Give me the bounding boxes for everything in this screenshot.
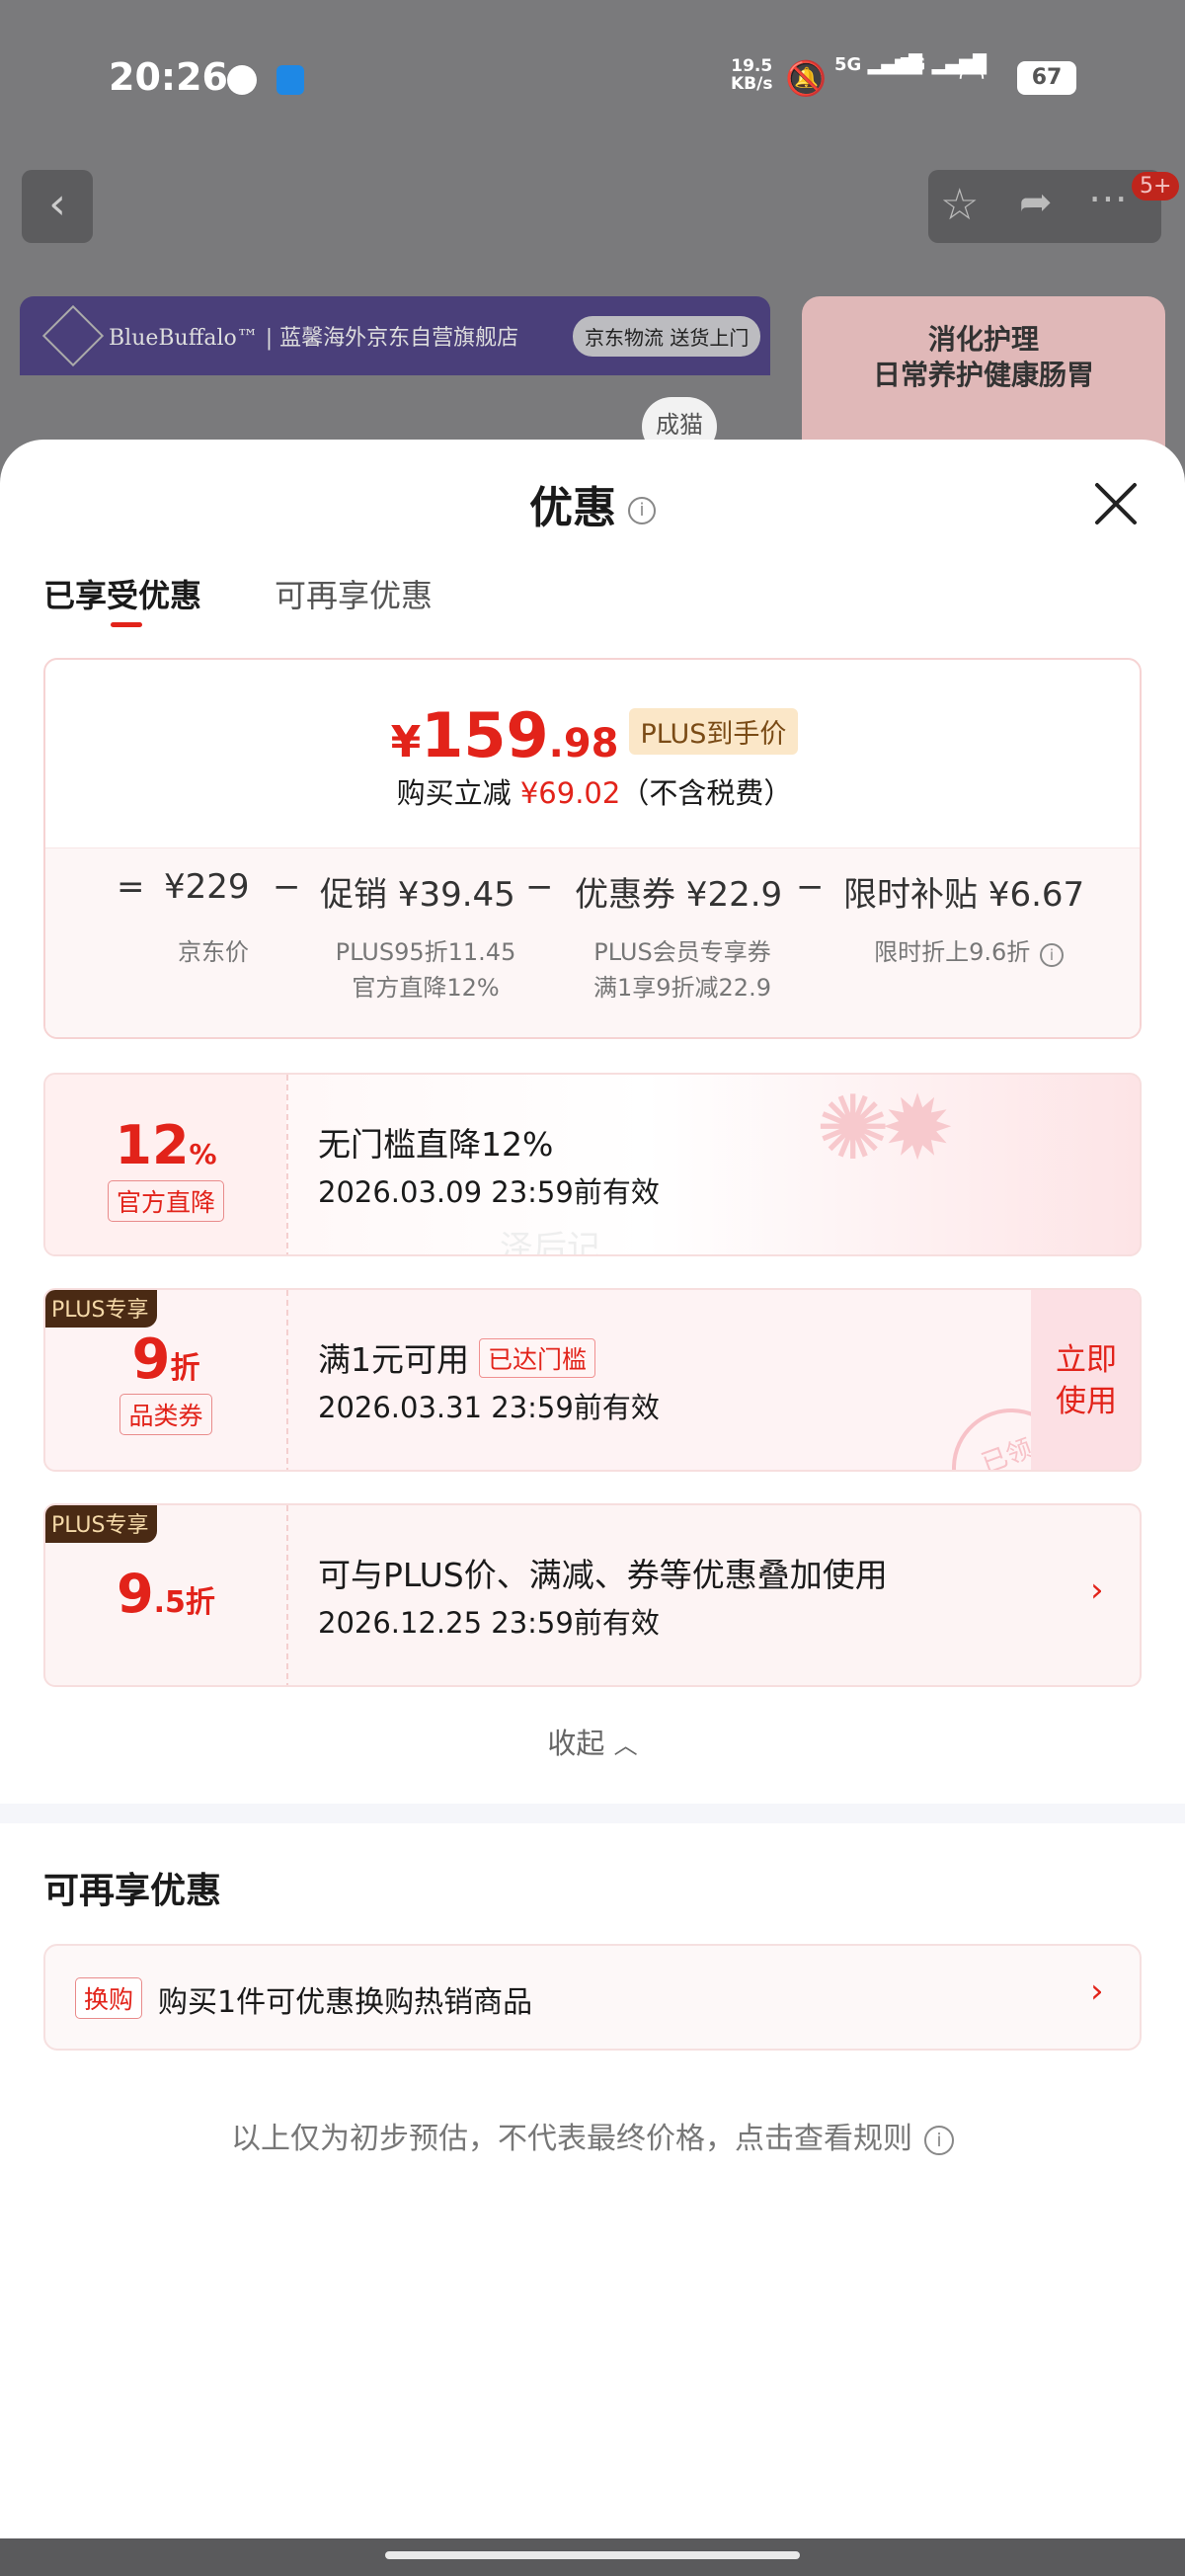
coupon-divider — [286, 1290, 288, 1470]
coupon-plus-discount[interactable]: 9.5折 PLUS专享 可与PLUS价、满减、券等优惠叠加使用 2026.12.… — [43, 1503, 1142, 1687]
coupon-title: 可与PLUS价、满减、券等优惠叠加使用 — [318, 1556, 888, 1594]
close-button[interactable] — [1091, 479, 1141, 528]
back-button[interactable]: ‹ — [22, 170, 93, 243]
coupon-tag: 官方直降 — [107, 1180, 224, 1222]
close-icon — [1095, 483, 1137, 524]
home-indicator[interactable] — [385, 2551, 800, 2559]
use-now-button[interactable]: 立即使用 — [1031, 1290, 1140, 1470]
formula-coupon-note-1: PLUS会员专享券 — [593, 938, 771, 966]
formula-op-minus-3: − — [796, 867, 825, 907]
store-logo-icon — [41, 304, 105, 367]
coupon-value: 12% 官方直降 — [45, 1075, 286, 1254]
swap-offer-row[interactable]: 换购 购买1件可优惠换购热销商品 › — [43, 1944, 1142, 2051]
formula-subsidy-note: 限时折上9.6折 i — [835, 932, 1102, 967]
swap-tag: 换购 — [75, 1977, 143, 2019]
store-banner: BlueBuffalo™ | 蓝馨海外京东自营旗舰店 京东物流 送货上门 — [20, 296, 770, 375]
chevron-right-icon: › — [1090, 1570, 1104, 1610]
formula-promo-note-2: 官方直降12% — [352, 974, 500, 1002]
formula-coupon-note-2: 满1享9折减22.9 — [593, 974, 771, 1002]
coupon-title: 满1元可用 已达门槛 — [318, 1333, 596, 1381]
netspeed: 19.5 KB/s — [731, 56, 773, 94]
price-summary: ¥159.98 PLUS到手价 购买立减 ¥69.02（不含税费） = ¥229 … — [43, 658, 1142, 1039]
battery-icon: 67 — [1017, 61, 1076, 95]
info-icon[interactable]: i — [628, 497, 656, 524]
formula-promo-note-1: PLUS95折11.45 — [335, 938, 516, 966]
status-time: 20:26 — [109, 55, 228, 99]
formula-op-minus-2: − — [525, 867, 554, 907]
sheet-title: 优惠 i — [0, 472, 1185, 535]
formula-coupon: 优惠券 ¥22.9 — [575, 875, 783, 915]
collapse-button[interactable]: 收起 ︿ — [0, 1721, 1185, 1762]
chevron-up-icon: ︿ — [613, 1731, 638, 1759]
star-icon[interactable]: ☆ — [940, 180, 979, 230]
final-price: ¥159.98 PLUS到手价 — [45, 699, 1140, 771]
wifi-icon: ◠ — [958, 57, 986, 95]
threshold-reached-tag: 已达门槛 — [479, 1338, 596, 1378]
more-offers-title: 可再享优惠 — [43, 1871, 222, 1911]
plus-exclusive-badge: PLUS专享 — [45, 1290, 157, 1328]
info-icon: i — [924, 2125, 954, 2155]
formula-list-price-note: 京东价 — [178, 938, 249, 966]
tab-enjoyed[interactable]: 已享受优惠 — [43, 571, 201, 616]
coupon-direct-discount: 12% 官方直降 无门槛直降12% 2026.03.09 23:59前有效 泽后… — [43, 1073, 1142, 1256]
clock-icon — [227, 65, 257, 95]
coupon-tag: 品类券 — [119, 1394, 212, 1435]
tab-more[interactable]: 可再享优惠 — [275, 571, 433, 616]
coupon-expiry: 2026.03.09 23:59前有效 — [318, 1175, 660, 1209]
formula-op-minus-1: − — [273, 867, 301, 907]
plus-price-badge: PLUS到手价 — [628, 708, 799, 755]
more-icon[interactable]: ⋯ — [1088, 176, 1128, 221]
info-icon[interactable]: i — [1039, 943, 1064, 967]
top-actions: ☆ ➦ ⋯ — [928, 170, 1161, 243]
app-notification-icon — [276, 65, 304, 95]
section-divider — [0, 1804, 1185, 1823]
coupon-category: 9折 品类券 PLUS专享 满1元可用 已达门槛 2026.03.31 23:59… — [43, 1288, 1142, 1472]
tab-indicator — [111, 622, 142, 627]
status-bar: 20:26 19.5 KB/s 🔕 5G ▂▄▆█ 5G ▂▄▆█ ◠ 67 — [0, 0, 1185, 158]
formula-subsidy: 限时补贴 ¥6.67 — [843, 875, 1085, 915]
coupon-expiry: 2026.12.25 23:59前有效 — [318, 1606, 660, 1640]
coupon-divider — [286, 1505, 288, 1685]
share-icon[interactable]: ➦ — [1019, 180, 1053, 225]
formula-op-eq: = — [117, 867, 145, 907]
logistics-badge: 京东物流 送货上门 — [573, 316, 761, 357]
rules-note[interactable]: 以上仅为初步预估，不代表最终价格，点击查看规则 i — [0, 2114, 1185, 2157]
coupon-watermark: 泽后记 — [500, 1229, 600, 1256]
chevron-right-icon: › — [1090, 1972, 1104, 2011]
swap-text: 购买1件可优惠换购热销商品 — [158, 1985, 533, 2020]
coupon-title: 无门槛直降12% — [318, 1125, 554, 1164]
store-name: BlueBuffalo™ | 蓝馨海外京东自营旗舰店 — [109, 326, 519, 351]
firework-decoration-icon: ✺✹ — [816, 1077, 955, 1180]
mute-icon: 🔕 — [785, 59, 828, 99]
coupon-divider — [286, 1075, 288, 1254]
coupon-expiry: 2026.03.31 23:59前有效 — [318, 1391, 660, 1424]
plus-exclusive-badge: PLUS专享 — [45, 1505, 157, 1543]
saving-line: 购买立减 ¥69.02（不含税费） — [396, 776, 793, 810]
formula-promo: 促销 ¥39.45 — [320, 875, 515, 915]
notification-badge: 5+ — [1132, 172, 1180, 201]
formula-list-price: ¥229 — [164, 867, 250, 907]
